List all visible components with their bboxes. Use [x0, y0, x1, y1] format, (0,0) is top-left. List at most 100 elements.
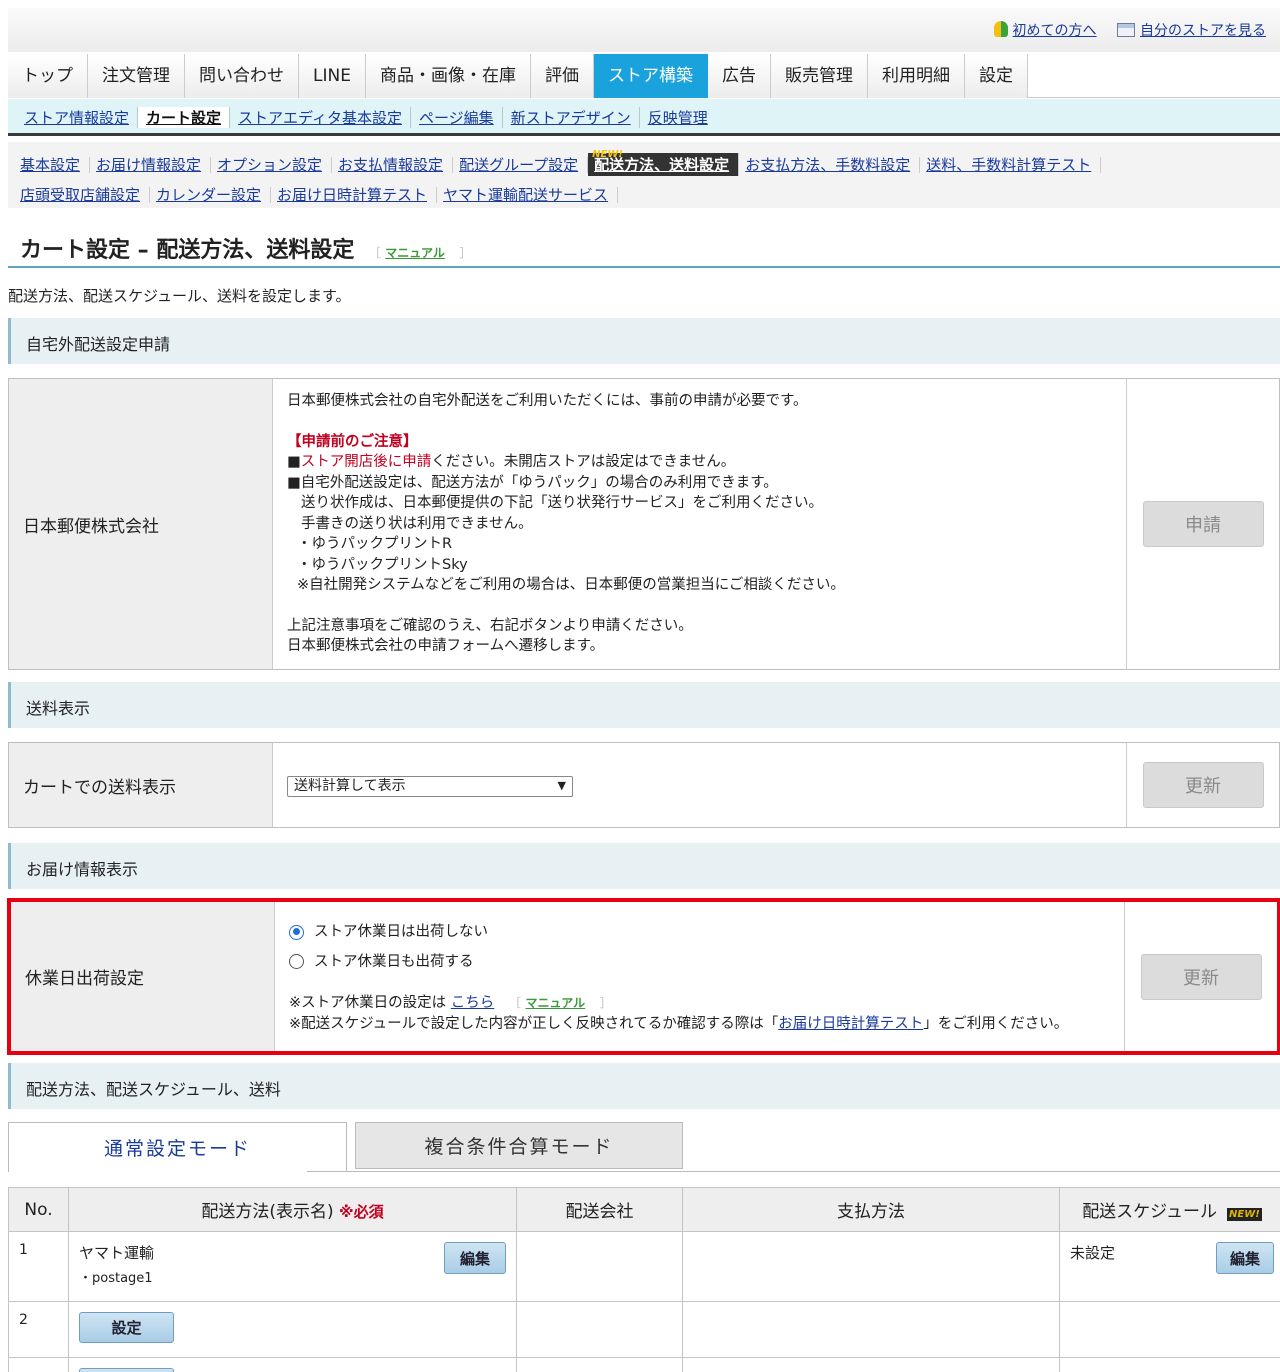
col-payment: 支払方法: [682, 1187, 1060, 1232]
yubin-footer-1: 上記注意事項をご確認のうえ、右記ボタンより申請ください。: [287, 617, 693, 634]
nav-payment-methods[interactable]: お支払方法、手数料設定: [739, 157, 921, 173]
row-company: [516, 1301, 683, 1358]
notice-line-7: ※自社開発システムなどをご利用の場合は、日本郵便の営業担当にご相談ください。: [297, 577, 845, 593]
nav-option-settings[interactable]: オプション設定: [211, 157, 333, 173]
nav-shipping-method[interactable]: NEW! 配送方法、送料設定: [588, 149, 740, 176]
holiday-settings-link[interactable]: こちら: [451, 995, 495, 1011]
holiday-shipping-panel: 休業日出荷設定 ストア休業日は出荷しない ストア休業日も出荷する ※ストア休業日…: [7, 898, 1280, 1055]
sub-nav-editor-basic[interactable]: ストアエディタ基本設定: [230, 107, 411, 128]
main-tab-orders[interactable]: 注文管理: [88, 54, 185, 98]
page-description: 配送方法、配送スケジュール、送料を設定します。: [8, 287, 351, 305]
row-company: [516, 1357, 683, 1372]
nav-store-pickup[interactable]: 店頭受取店舗設定: [14, 187, 151, 203]
mode-tabs: 通常設定モード 複合条件合算モード: [8, 1122, 1280, 1172]
notice-text: 自宅外配送設定は、配送方法が「ゆうパック」の場合のみ利用できます。: [300, 474, 778, 491]
table-row: [8, 1357, 1280, 1372]
sub-nav-cart-settings[interactable]: カート設定: [138, 107, 231, 128]
sub-nav-store-info[interactable]: ストア情報設定: [16, 107, 139, 128]
main-tab-sales[interactable]: 販売管理: [770, 54, 868, 98]
col-company: 配送会社: [516, 1187, 683, 1232]
nav-yamato-service[interactable]: ヤマト運輸配送サービス: [437, 187, 619, 203]
table-header-row: No. 配送方法(表示名) ※必須 配送会社 支払方法 配送スケジュール NEW!: [8, 1187, 1280, 1232]
new-badge: NEW!: [1227, 1208, 1262, 1221]
sub-nav-new-design[interactable]: 新ストアデザイン: [503, 107, 640, 128]
main-tab-top[interactable]: トップ: [8, 54, 88, 98]
col-schedule-label: 配送スケジュール: [1082, 1202, 1217, 1222]
main-tab-statements[interactable]: 利用明細: [867, 54, 965, 98]
fee-select-value: 送料計算して表示: [294, 778, 406, 795]
nav-delivery-date-test[interactable]: お届け日時計算テスト: [271, 187, 438, 203]
radio-holiday-shipping[interactable]: ストア休業日も出荷する: [289, 952, 1110, 973]
apply-button[interactable]: 申請: [1142, 501, 1264, 547]
holiday-shipping-content: ストア休業日は出荷しない ストア休業日も出荷する ※ストア休業日の設定は こちら…: [275, 902, 1125, 1051]
store-window-icon: [1117, 23, 1135, 37]
update-fee-button[interactable]: 更新: [1142, 762, 1264, 808]
holiday-note-1: ※ストア休業日の設定は こちら ［ マニュアル ］: [289, 993, 1110, 1014]
row-payment: [682, 1357, 1060, 1372]
row-schedule: 未設定 編集: [1059, 1231, 1280, 1302]
fee-panel: カートでの送料表示 送料計算して表示 ▼ 更新: [8, 742, 1280, 828]
main-tab-ads[interactable]: 広告: [707, 54, 771, 98]
nav-delivery-info[interactable]: お届け情報設定: [90, 157, 212, 173]
page-title: カート設定 – 配送方法、送料設定: [20, 238, 355, 263]
nav-shipping-group[interactable]: 配送グループ設定: [453, 157, 589, 173]
method-code: ・postage1: [79, 1271, 153, 1286]
edit-schedule-button[interactable]: 編集: [1216, 1242, 1274, 1274]
sub-nav: ストア情報設定 カート設定 ストアエディタ基本設定 ページ編集 新ストアデザイン 反映管理: [8, 99, 1280, 136]
notice-line-3: 送り状作成は、日本郵便提供の下記「送り状発行サービス」をご利用ください。: [301, 495, 823, 511]
section-heading-delivery: お届け情報表示: [8, 843, 1280, 889]
main-tab-line[interactable]: LINE: [299, 54, 366, 98]
notice-line-1: ■ストア開店後に申請ください。未開店ストアは設定はできません。: [287, 452, 1112, 473]
table-row: 2 設定: [8, 1301, 1280, 1358]
main-tab-settings[interactable]: 設定: [964, 54, 1028, 98]
section-heading-methods: 配送方法、配送スケジュール、送料: [8, 1063, 1280, 1109]
edit-method-button[interactable]: 編集: [444, 1242, 506, 1274]
note-text: ※配送スケジュールで設定した内容が正しく反映されてるか確認する際は「: [289, 1015, 779, 1032]
set-method-button[interactable]: 設定: [79, 1312, 174, 1343]
radio-label: ストア休業日も出荷する: [314, 953, 474, 970]
row-no: [8, 1357, 69, 1372]
delivery-date-test-link[interactable]: お届け日時計算テスト: [778, 1016, 923, 1032]
holiday-note-2: ※配送スケジュールで設定した内容が正しく反映されてるか確認する際は「お届け日時計…: [289, 1014, 1110, 1035]
row-payment: [682, 1231, 1060, 1302]
manual-link[interactable]: マニュアル: [385, 246, 445, 260]
notice-text: ください。未開店ストアは設定はできません。: [431, 454, 736, 470]
tab-normal-mode[interactable]: 通常設定モード: [8, 1122, 347, 1172]
notice-line-4: 手書きの送り状は利用できません。: [301, 515, 533, 532]
col-method: 配送方法(表示名) ※必須: [68, 1187, 517, 1232]
view-my-store-link[interactable]: 自分のストアを見る: [1140, 23, 1266, 39]
yubin-footer-2: 日本郵便株式会社の申請フォームへ遷移します。: [287, 638, 605, 654]
main-tab-reviews[interactable]: 評価: [530, 54, 594, 98]
row-no: 2: [8, 1301, 69, 1358]
beginner-leaf-icon: [993, 21, 1008, 37]
main-tab-products[interactable]: 商品・画像・在庫: [365, 54, 531, 98]
set-method-button-partial[interactable]: [79, 1368, 174, 1372]
sub-nav-publish[interactable]: 反映管理: [640, 107, 716, 128]
yubin-button-cell: 申請: [1127, 379, 1279, 669]
nav-fee-test[interactable]: 送料、手数料計算テスト: [920, 157, 1102, 173]
bracket-open: ［: [508, 996, 521, 1010]
nav-basic-settings[interactable]: 基本設定: [14, 157, 91, 173]
col-schedule: 配送スケジュール NEW!: [1059, 1187, 1280, 1232]
col-method-label: 配送方法(表示名): [201, 1202, 334, 1222]
row-method: [68, 1357, 517, 1372]
row-schedule: [1059, 1301, 1280, 1358]
fee-display-select[interactable]: 送料計算して表示 ▼: [287, 776, 573, 797]
notice-line-6: ・ゆうパックプリントSky: [297, 556, 468, 573]
nav-payment-info[interactable]: お支払情報設定: [332, 157, 454, 173]
tab-combined-mode[interactable]: 複合条件合算モード: [355, 1122, 683, 1169]
main-tab-store-build[interactable]: ストア構築: [593, 54, 708, 98]
main-tab-inquiries[interactable]: 問い合わせ: [185, 54, 299, 98]
fee-content: 送料計算して表示 ▼: [273, 743, 1127, 827]
holiday-manual-link[interactable]: マニュアル: [526, 996, 586, 1010]
update-holiday-button[interactable]: 更新: [1140, 953, 1262, 1000]
bracket-close: ］: [459, 246, 472, 260]
first-time-link[interactable]: 初めての方へ: [1013, 23, 1097, 39]
table-row: 1 ヤマト運輸 ・postage1 編集 未設定 編集: [8, 1231, 1280, 1302]
radio-label: ストア休業日は出荷しない: [314, 924, 488, 940]
row-no: 1: [8, 1231, 69, 1302]
radio-no-holiday-shipping[interactable]: ストア休業日は出荷しない: [289, 922, 1110, 943]
nav-calendar[interactable]: カレンダー設定: [150, 187, 272, 203]
sub-nav-page-edit[interactable]: ページ編集: [411, 107, 503, 128]
fee-label: カートでの送料表示: [9, 743, 273, 827]
